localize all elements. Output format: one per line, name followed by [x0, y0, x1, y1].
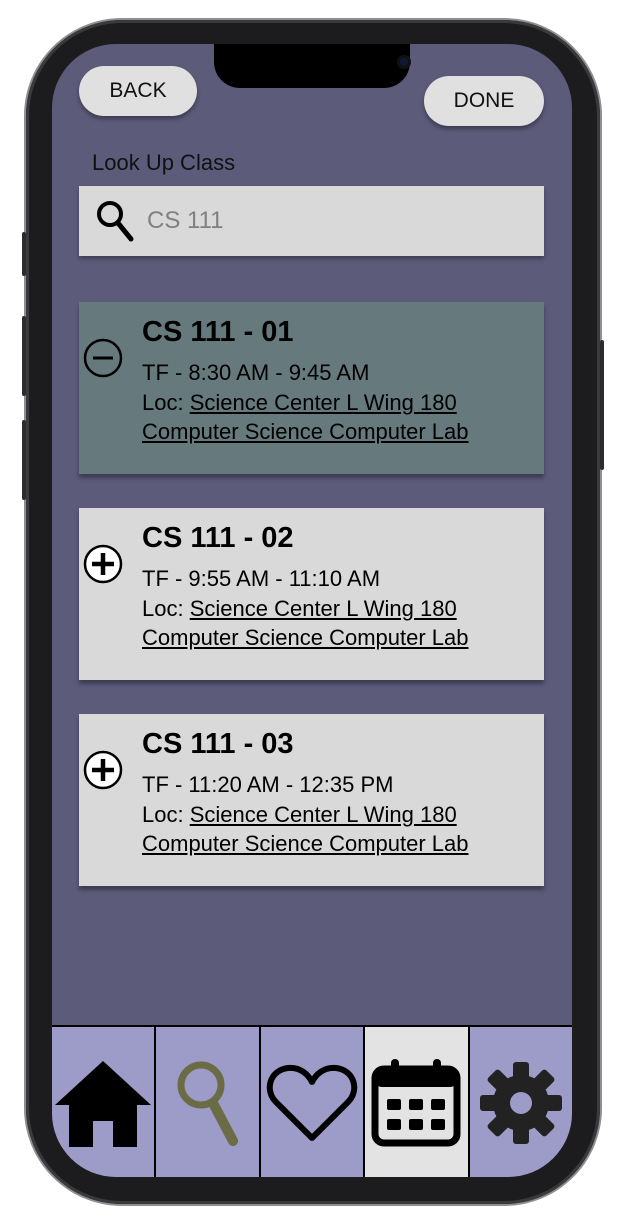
camera-icon — [397, 55, 411, 69]
volume-up-button — [22, 316, 26, 396]
location-link[interactable]: Science Center L Wing 180 — [190, 596, 457, 621]
minus-circle-icon[interactable] — [83, 338, 123, 378]
location-link-detail[interactable]: Computer Science Computer Lab — [142, 831, 469, 856]
class-time: TF - 11:20 AM - 12:35 PM — [142, 772, 394, 797]
location-link-detail[interactable]: Computer Science Computer Lab — [142, 419, 469, 444]
calendar-icon — [371, 1059, 461, 1147]
plus-circle-icon[interactable] — [83, 544, 123, 584]
location-prefix: Loc: — [142, 596, 190, 621]
mute-switch — [22, 232, 26, 276]
class-result-card[interactable]: CS 111 - 02 TF - 9:55 AM - 11:10 AM Loc:… — [79, 508, 544, 680]
class-time: TF - 8:30 AM - 9:45 AM — [142, 360, 370, 385]
tab-search[interactable] — [156, 1027, 261, 1177]
location-prefix: Loc: — [142, 390, 190, 415]
plus-circle-icon[interactable] — [83, 750, 123, 790]
class-time: TF - 9:55 AM - 11:10 AM — [142, 566, 381, 591]
class-location: Loc: Science Center L Wing 180 Computer … — [142, 388, 469, 446]
class-title: CS 111 - 02 — [142, 522, 294, 554]
power-button — [600, 340, 604, 470]
class-result-card[interactable]: CS 111 - 03 TF - 11:20 AM - 12:35 PM Loc… — [79, 714, 544, 886]
tab-schedule[interactable] — [365, 1027, 470, 1177]
heart-icon — [266, 1064, 358, 1141]
class-location: Loc: Science Center L Wing 180 Computer … — [142, 800, 469, 858]
tab-favorites[interactable] — [260, 1027, 366, 1177]
tab-settings[interactable] — [469, 1027, 572, 1177]
app-screen: BACK DONE Look Up Class CS 111 CS 111 - … — [52, 44, 572, 1177]
location-prefix: Loc: — [142, 802, 190, 827]
tab-home[interactable] — [52, 1027, 157, 1177]
search-label: Look Up Class — [92, 150, 236, 175]
search-input[interactable]: CS 111 — [79, 186, 544, 256]
done-button[interactable]: DONE — [424, 76, 544, 126]
location-link-detail[interactable]: Computer Science Computer Lab — [142, 625, 469, 650]
volume-down-button — [22, 420, 26, 500]
search-query[interactable]: CS 111 — [147, 207, 224, 235]
back-button[interactable]: BACK — [79, 66, 197, 116]
search-icon — [177, 1061, 238, 1146]
bottom-tab-bar — [52, 1025, 572, 1177]
search-icon — [97, 201, 134, 242]
location-link[interactable]: Science Center L Wing 180 — [190, 390, 457, 415]
class-location: Loc: Science Center L Wing 180 Computer … — [142, 594, 469, 652]
home-icon — [55, 1061, 152, 1147]
class-title: CS 111 - 03 — [142, 728, 294, 760]
class-title: CS 111 - 01 — [142, 316, 294, 348]
gear-icon — [479, 1062, 562, 1144]
location-link[interactable]: Science Center L Wing 180 — [190, 802, 457, 827]
notch — [214, 44, 411, 88]
class-result-card[interactable]: CS 111 - 01 TF - 8:30 AM - 9:45 AM Loc: … — [79, 302, 544, 474]
